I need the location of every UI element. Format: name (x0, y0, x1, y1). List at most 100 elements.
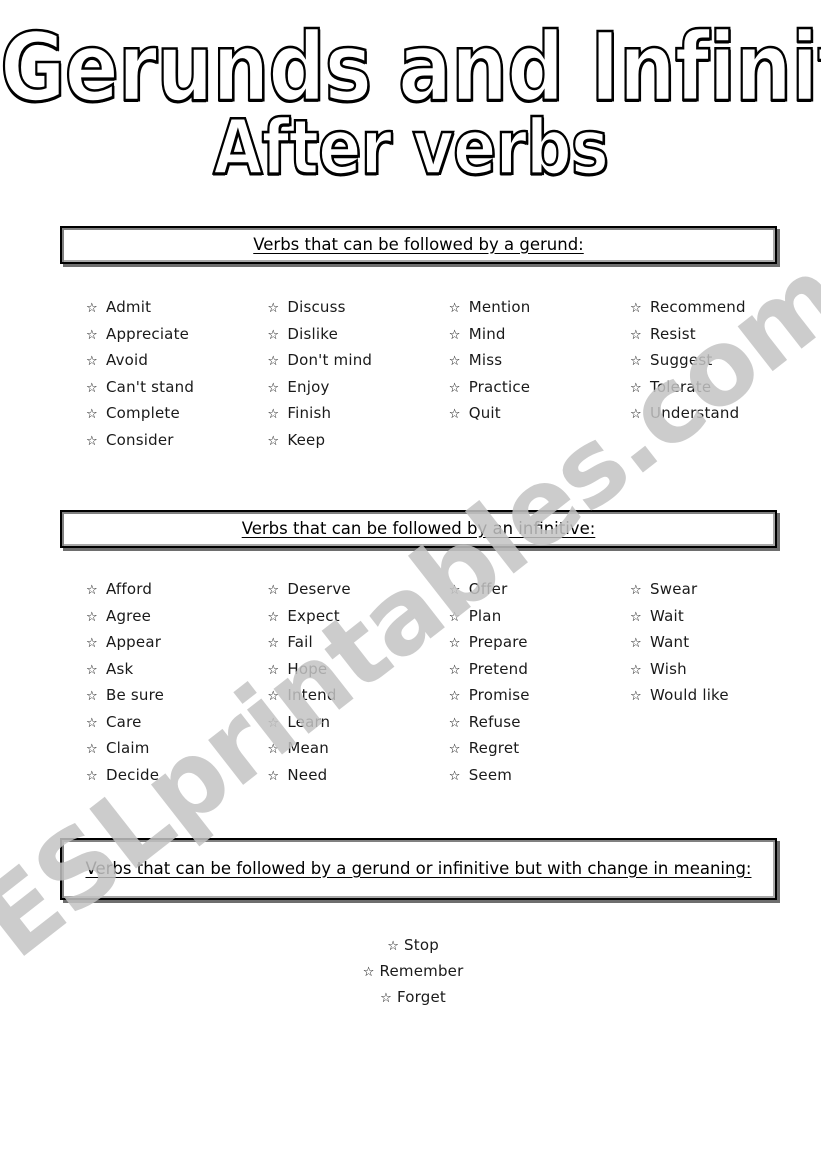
verb-list-item: ☆ Would like (630, 686, 786, 704)
star-bullet-icon: ☆ (86, 380, 98, 396)
verb-list-item: ☆ Mention (449, 298, 630, 316)
verb-list-item: ☆ Swear (630, 580, 786, 598)
verb-list-item: ☆ Admit (86, 298, 267, 316)
star-bullet-icon: ☆ (86, 433, 98, 449)
verb-list-item: ☆ Be sure (86, 686, 267, 704)
verb-label: Resist (650, 324, 696, 343)
verb-list-item: ☆ Offer (449, 580, 630, 598)
verb-list-item: ☆ Discuss (267, 298, 448, 316)
verb-label: Offer (468, 580, 508, 598)
section-header-both: Verbs that can be followed by a gerund o… (60, 838, 777, 900)
verb-list-item: ☆ Understand (630, 404, 786, 422)
verb-list-item: ☆ Fail (267, 633, 448, 651)
verb-label: Mind (468, 324, 506, 343)
verb-list-item: ☆ Regret (449, 739, 630, 757)
star-bullet-icon: ☆ (630, 662, 642, 678)
verb-list-item: ☆ Afford (86, 580, 267, 598)
verb-label: Claim (106, 739, 150, 757)
verb-label: Regret (468, 739, 520, 757)
star-bullet-icon: ☆ (448, 407, 461, 422)
verb-label: Don't mind (287, 351, 373, 369)
verb-list-row: ☆ Stop (0, 935, 821, 961)
verb-list-item: ☆ Learn (267, 713, 448, 731)
star-bullet-icon: ☆ (630, 609, 642, 625)
verb-label: Prepare (468, 633, 528, 651)
star-bullet-icon: ☆ (267, 380, 279, 396)
verb-list-item: ☆ Quit (449, 404, 630, 422)
verb-label: Refuse (468, 712, 521, 731)
verb-label: Admit (106, 298, 152, 316)
star-bullet-icon: ☆ (267, 301, 279, 316)
verb-list-item: ☆ Wish (630, 660, 786, 678)
verb-label: Promise (468, 686, 530, 704)
verb-list-item: ☆ Expect (267, 607, 448, 625)
star-bullet-icon: ☆ (86, 609, 98, 625)
verb-label: Appear (106, 633, 162, 651)
star-bullet-icon: ☆ (86, 689, 98, 704)
verb-list-item: ☆ Dislike (267, 325, 448, 343)
star-bullet-icon: ☆ (267, 327, 279, 343)
star-bullet-icon: ☆ (267, 689, 279, 704)
verb-column: ☆ Admit ☆ Appreciate ☆ Avoid ☆ Can't stand ☆ Comp… (86, 298, 267, 457)
verb-label: Wait (650, 606, 684, 625)
verb-label: Swear (650, 580, 698, 598)
star-bullet-icon: ☆ (630, 583, 642, 598)
star-bullet-icon: ☆ (448, 636, 461, 651)
verb-list-item: ☆ Refuse (449, 713, 630, 731)
star-bullet-icon: ☆ (86, 407, 98, 422)
verb-label: Pretend (468, 659, 529, 678)
verb-label: Dislike (287, 324, 338, 343)
verb-list-item: ☆ Plan (449, 607, 630, 625)
star-bullet-icon: ☆ (267, 354, 279, 369)
verb-label: Wish (650, 659, 687, 678)
verb-label: Consider (106, 430, 174, 449)
verb-label: Miss (468, 351, 503, 369)
both-verb-list: ☆ Stop ☆ Remember ☆ Forget (0, 935, 821, 1013)
section-header-gerund-label: Verbs that can be followed by a gerund: (253, 234, 584, 254)
star-bullet-icon: ☆ (86, 301, 98, 316)
verb-list-item: ☆ Mean (267, 739, 448, 757)
star-bullet-icon: ☆ (86, 768, 98, 784)
verb-label: Suggest (650, 351, 713, 369)
verb-list-item: ☆ Mind (449, 325, 630, 343)
star-bullet-icon: ☆ (630, 380, 642, 396)
title-line-primary: Gerunds and Infinitives (0, 12, 821, 123)
verb-list-item: ☆ Deserve (267, 580, 448, 598)
star-bullet-icon: ☆ (448, 609, 461, 625)
star-bullet-icon: ☆ (362, 965, 375, 980)
verb-label: Discuss (287, 298, 346, 316)
verb-list-item: ☆ Avoid (86, 351, 267, 369)
star-bullet-icon: ☆ (448, 354, 461, 369)
verb-label: Fail (287, 633, 313, 651)
verb-label: Stop (404, 936, 439, 954)
star-bullet-icon: ☆ (267, 407, 279, 422)
verb-column: ☆ Afford ☆ Agree ☆ Appear ☆ Ask ☆ Be sure ☆ Care ☆ Cl… (86, 580, 267, 792)
verb-list-item: ☆ Intend (267, 686, 448, 704)
verb-label: Decide (106, 765, 160, 784)
verb-label: Appreciate (106, 324, 190, 343)
verb-column: ☆ Mention ☆ Mind ☆ Miss ☆ Practice ☆ Quit (449, 298, 630, 457)
gerund-verb-list: ☆ Admit ☆ Appreciate ☆ Avoid ☆ Can't stand ☆ Comp… (86, 298, 786, 457)
verb-label: Care (106, 712, 142, 731)
verb-label: Can't stand (106, 377, 195, 396)
star-bullet-icon: ☆ (448, 715, 461, 731)
verb-list-item: ☆ Decide (86, 766, 267, 784)
verb-label: Forget (396, 988, 446, 1006)
star-bullet-icon: ☆ (267, 715, 279, 731)
verb-column: ☆ Discuss ☆ Dislike ☆ Don't mind ☆ Enjoy ☆ Finish… (267, 298, 448, 457)
verb-label: Mention (468, 298, 531, 316)
verb-list-item: ☆ Need (267, 766, 448, 784)
star-bullet-icon: ☆ (387, 939, 399, 954)
star-bullet-icon: ☆ (630, 407, 642, 422)
verb-label: Afford (106, 580, 153, 598)
verb-list-item: ☆ Suggest (630, 351, 786, 369)
verb-label: Ask (106, 659, 134, 678)
verb-list-item: ☆ Ask (86, 660, 267, 678)
worksheet-page: ESLprintables.com Gerunds and Infinitive… (0, 0, 821, 1169)
star-bullet-icon: ☆ (448, 768, 461, 784)
verb-label: Intend (287, 686, 337, 704)
verb-label: Plan (468, 606, 502, 625)
verb-label: Finish (287, 404, 332, 422)
infinitive-verb-list: ☆ Afford ☆ Agree ☆ Appear ☆ Ask ☆ Be sure ☆ Care ☆ Cl… (86, 580, 786, 792)
verb-label: Deserve (287, 580, 351, 598)
